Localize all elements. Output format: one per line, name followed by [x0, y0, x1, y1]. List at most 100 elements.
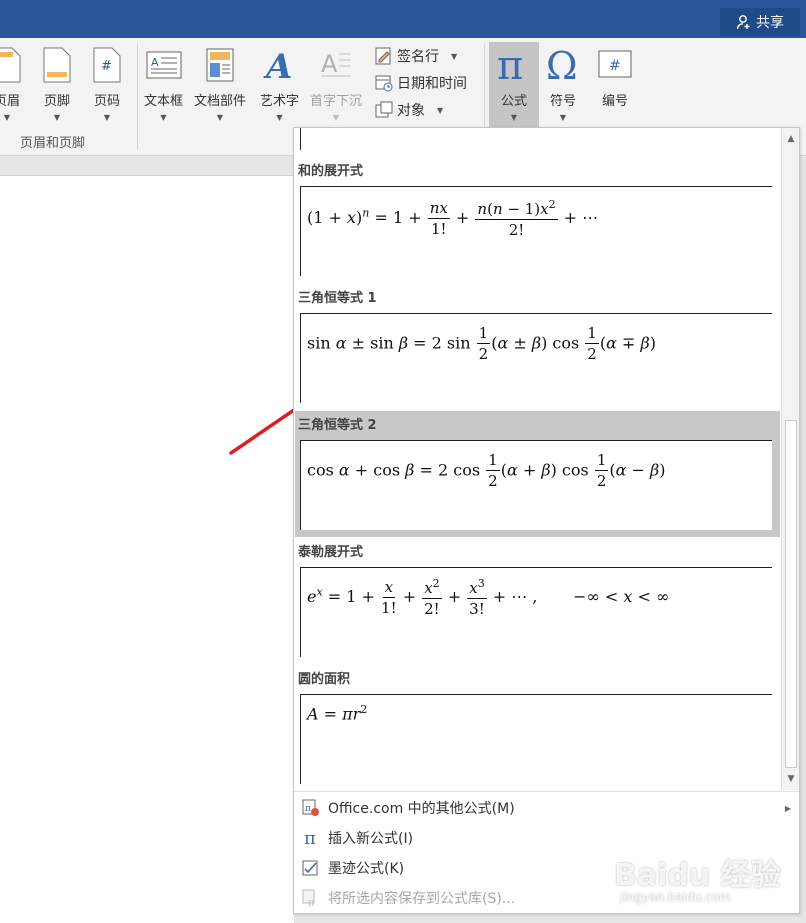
quickparts-icon	[206, 48, 234, 82]
menu-item-more-office-equations[interactable]: π Office.com 中的其他公式(M) ▶	[294, 794, 799, 822]
menu-item-label: 墨迹公式(K)	[328, 861, 405, 877]
svg-text:A: A	[321, 50, 338, 78]
chevron-down-icon: ▼	[437, 105, 444, 115]
symbol-label: 符号	[549, 94, 576, 109]
equation-item-trig-identity-1[interactable]: sin α ± sin β = 2 sin 1 2 (α ± β) cos 1 2 (α…	[300, 313, 772, 403]
chevron-down-icon: ▼	[3, 113, 11, 122]
datetime-label: 日期和时间	[397, 76, 467, 92]
pi-icon: π	[304, 829, 316, 847]
chevron-down-icon: ▼	[276, 113, 283, 122]
svg-text:π: π	[497, 45, 523, 85]
dropcap-button[interactable]: A 首字下沉 ▼	[310, 44, 362, 122]
page-number-icon: #	[93, 47, 121, 83]
share-label: 共享	[756, 15, 784, 31]
pi-icon: π	[497, 45, 523, 85]
wordart-label: 艺术字	[260, 94, 300, 109]
equation-preview-partial	[300, 128, 772, 150]
signature-line-button[interactable]: 签名行 ▼	[375, 46, 457, 66]
chevron-down-icon: ▼	[451, 51, 458, 61]
header-button[interactable]: 页眉 ▼	[0, 44, 22, 122]
chevron-down-icon: ▼	[559, 113, 567, 122]
share-button[interactable]: 共享	[720, 8, 800, 36]
equation-formula: (1 + x)n = 1 + nx 1! + n(n − 1)x2 2! + ⋯	[307, 198, 599, 239]
svg-text:#: #	[101, 59, 112, 74]
save-equation-icon: π	[302, 889, 315, 907]
equation-heading: 和的展开式	[298, 164, 364, 179]
footer-button[interactable]: 页脚 ▼	[42, 44, 72, 122]
datetime-button[interactable]: 日期和时间	[375, 73, 467, 93]
chevron-down-icon: ▼	[103, 113, 111, 122]
svg-text:#: #	[609, 58, 621, 74]
equation-button[interactable]: π 公式 ▼	[496, 44, 532, 122]
person-add-icon	[736, 15, 750, 30]
equation-formula: A = πr2	[307, 703, 368, 724]
footer-icon	[43, 47, 71, 83]
header-label: 页眉	[0, 94, 20, 109]
equation-item-binomial[interactable]: (1 + x)n = 1 + nx 1! + n(n − 1)x2 2! + ⋯	[300, 186, 772, 276]
object-label: 对象	[397, 103, 425, 119]
signature-line-label: 签名行	[397, 49, 439, 65]
header-footer-group-label: 页眉和页脚	[20, 136, 86, 151]
menu-item-label: Office.com 中的其他公式(M)	[328, 801, 515, 817]
object-button[interactable]: 对象 ▼	[375, 100, 443, 120]
menu-item-label: 将所选内容保存到公式库(S)...	[328, 891, 516, 907]
chevron-down-icon: ▼	[332, 113, 340, 122]
submenu-arrow-icon: ▶	[784, 803, 791, 813]
equation-item-taylor[interactable]: ex = 1 + x 1! + x2 2! + x3 3! + ⋯ , −∞ < x …	[300, 567, 772, 657]
quickparts-button[interactable]: 文档部件 ▼	[194, 44, 246, 122]
equation-formula: sin α ± sin β = 2 sin 1 2 (α ± β) cos 1 2 (α…	[307, 324, 656, 363]
textbox-button[interactable]: A 文本框 ▼	[144, 44, 183, 122]
chevron-down-icon: ▼	[510, 113, 518, 122]
textbox-label: 文本框	[144, 94, 184, 109]
number-button[interactable]: # 编号	[597, 44, 633, 109]
equation-item-circle-area[interactable]: A = πr2	[300, 694, 772, 784]
wordart-button[interactable]: A 艺术字 ▼	[260, 44, 299, 122]
chevron-down-icon: ▼	[160, 113, 167, 122]
number-icon: #	[598, 50, 632, 78]
quickparts-label: 文档部件	[194, 94, 247, 109]
svg-text:π: π	[308, 898, 315, 907]
group-divider	[137, 44, 138, 150]
signature-line-icon	[375, 47, 391, 65]
wordart-icon: A	[263, 47, 292, 84]
page-number-button[interactable]: # 页码 ▼	[92, 44, 122, 122]
page-number-label: 页码	[93, 94, 120, 109]
svg-text:A: A	[151, 56, 159, 69]
svg-text:Ω: Ω	[546, 45, 578, 85]
textbox-icon: A	[146, 51, 181, 79]
equation-gallery: 和的展开式 (1 + x)n = 1 + nx 1! + n(n − 1)x2 2!…	[293, 127, 800, 914]
dropcap-icon: A	[321, 50, 351, 78]
menu-divider	[294, 791, 799, 792]
watermark-logo: Baidu 经验	[614, 858, 781, 893]
equation-heading: 三角恒等式 1	[298, 291, 377, 306]
document-page[interactable]	[0, 175, 294, 923]
office-equation-icon: π	[302, 799, 319, 816]
symbol-button[interactable]: Ω 符号 ▼	[545, 44, 581, 122]
equation-formula: cos α + cos β = 2 cos 1 2 (α + β) cos 1 2 (α…	[307, 451, 666, 490]
footer-label: 页脚	[43, 94, 70, 109]
title-bar: 共享	[0, 0, 806, 38]
equation-heading: 圆的面积	[298, 672, 351, 687]
equation-formula: ex = 1 + x 1! + x2 2! + x3 3! + ⋯ , −∞ < x …	[307, 577, 670, 618]
watermark-url: jingyan.baidu.com	[620, 890, 731, 904]
chevron-down-icon: ▼	[216, 113, 224, 122]
object-icon	[375, 101, 393, 118]
ink-equation-icon	[302, 860, 318, 876]
svg-text:π: π	[304, 829, 316, 847]
menu-item-insert-new-equation[interactable]: π 插入新公式(I)	[294, 824, 799, 852]
gallery-scrollbar[interactable]: ▲ ▼	[781, 128, 799, 790]
equation-heading: 泰勒展开式	[298, 545, 364, 560]
calendar-clock-icon	[375, 75, 393, 92]
equation-label: 公式	[500, 94, 527, 109]
scroll-down-icon[interactable]: ▼	[782, 770, 800, 788]
scroll-thumb[interactable]	[785, 420, 797, 768]
number-label: 编号	[601, 94, 628, 109]
svg-text:A: A	[263, 47, 292, 84]
chevron-down-icon: ▼	[53, 113, 61, 122]
svg-text:π: π	[305, 804, 311, 814]
scroll-up-icon[interactable]: ▲	[782, 130, 800, 148]
dropcap-label: 首字下沉	[310, 94, 363, 109]
omega-icon: Ω	[546, 45, 578, 85]
equation-item-trig-identity-2[interactable]: cos α + cos β = 2 cos 1 2 (α + β) cos 1 2 (α…	[300, 440, 772, 530]
header-icon	[0, 47, 21, 83]
